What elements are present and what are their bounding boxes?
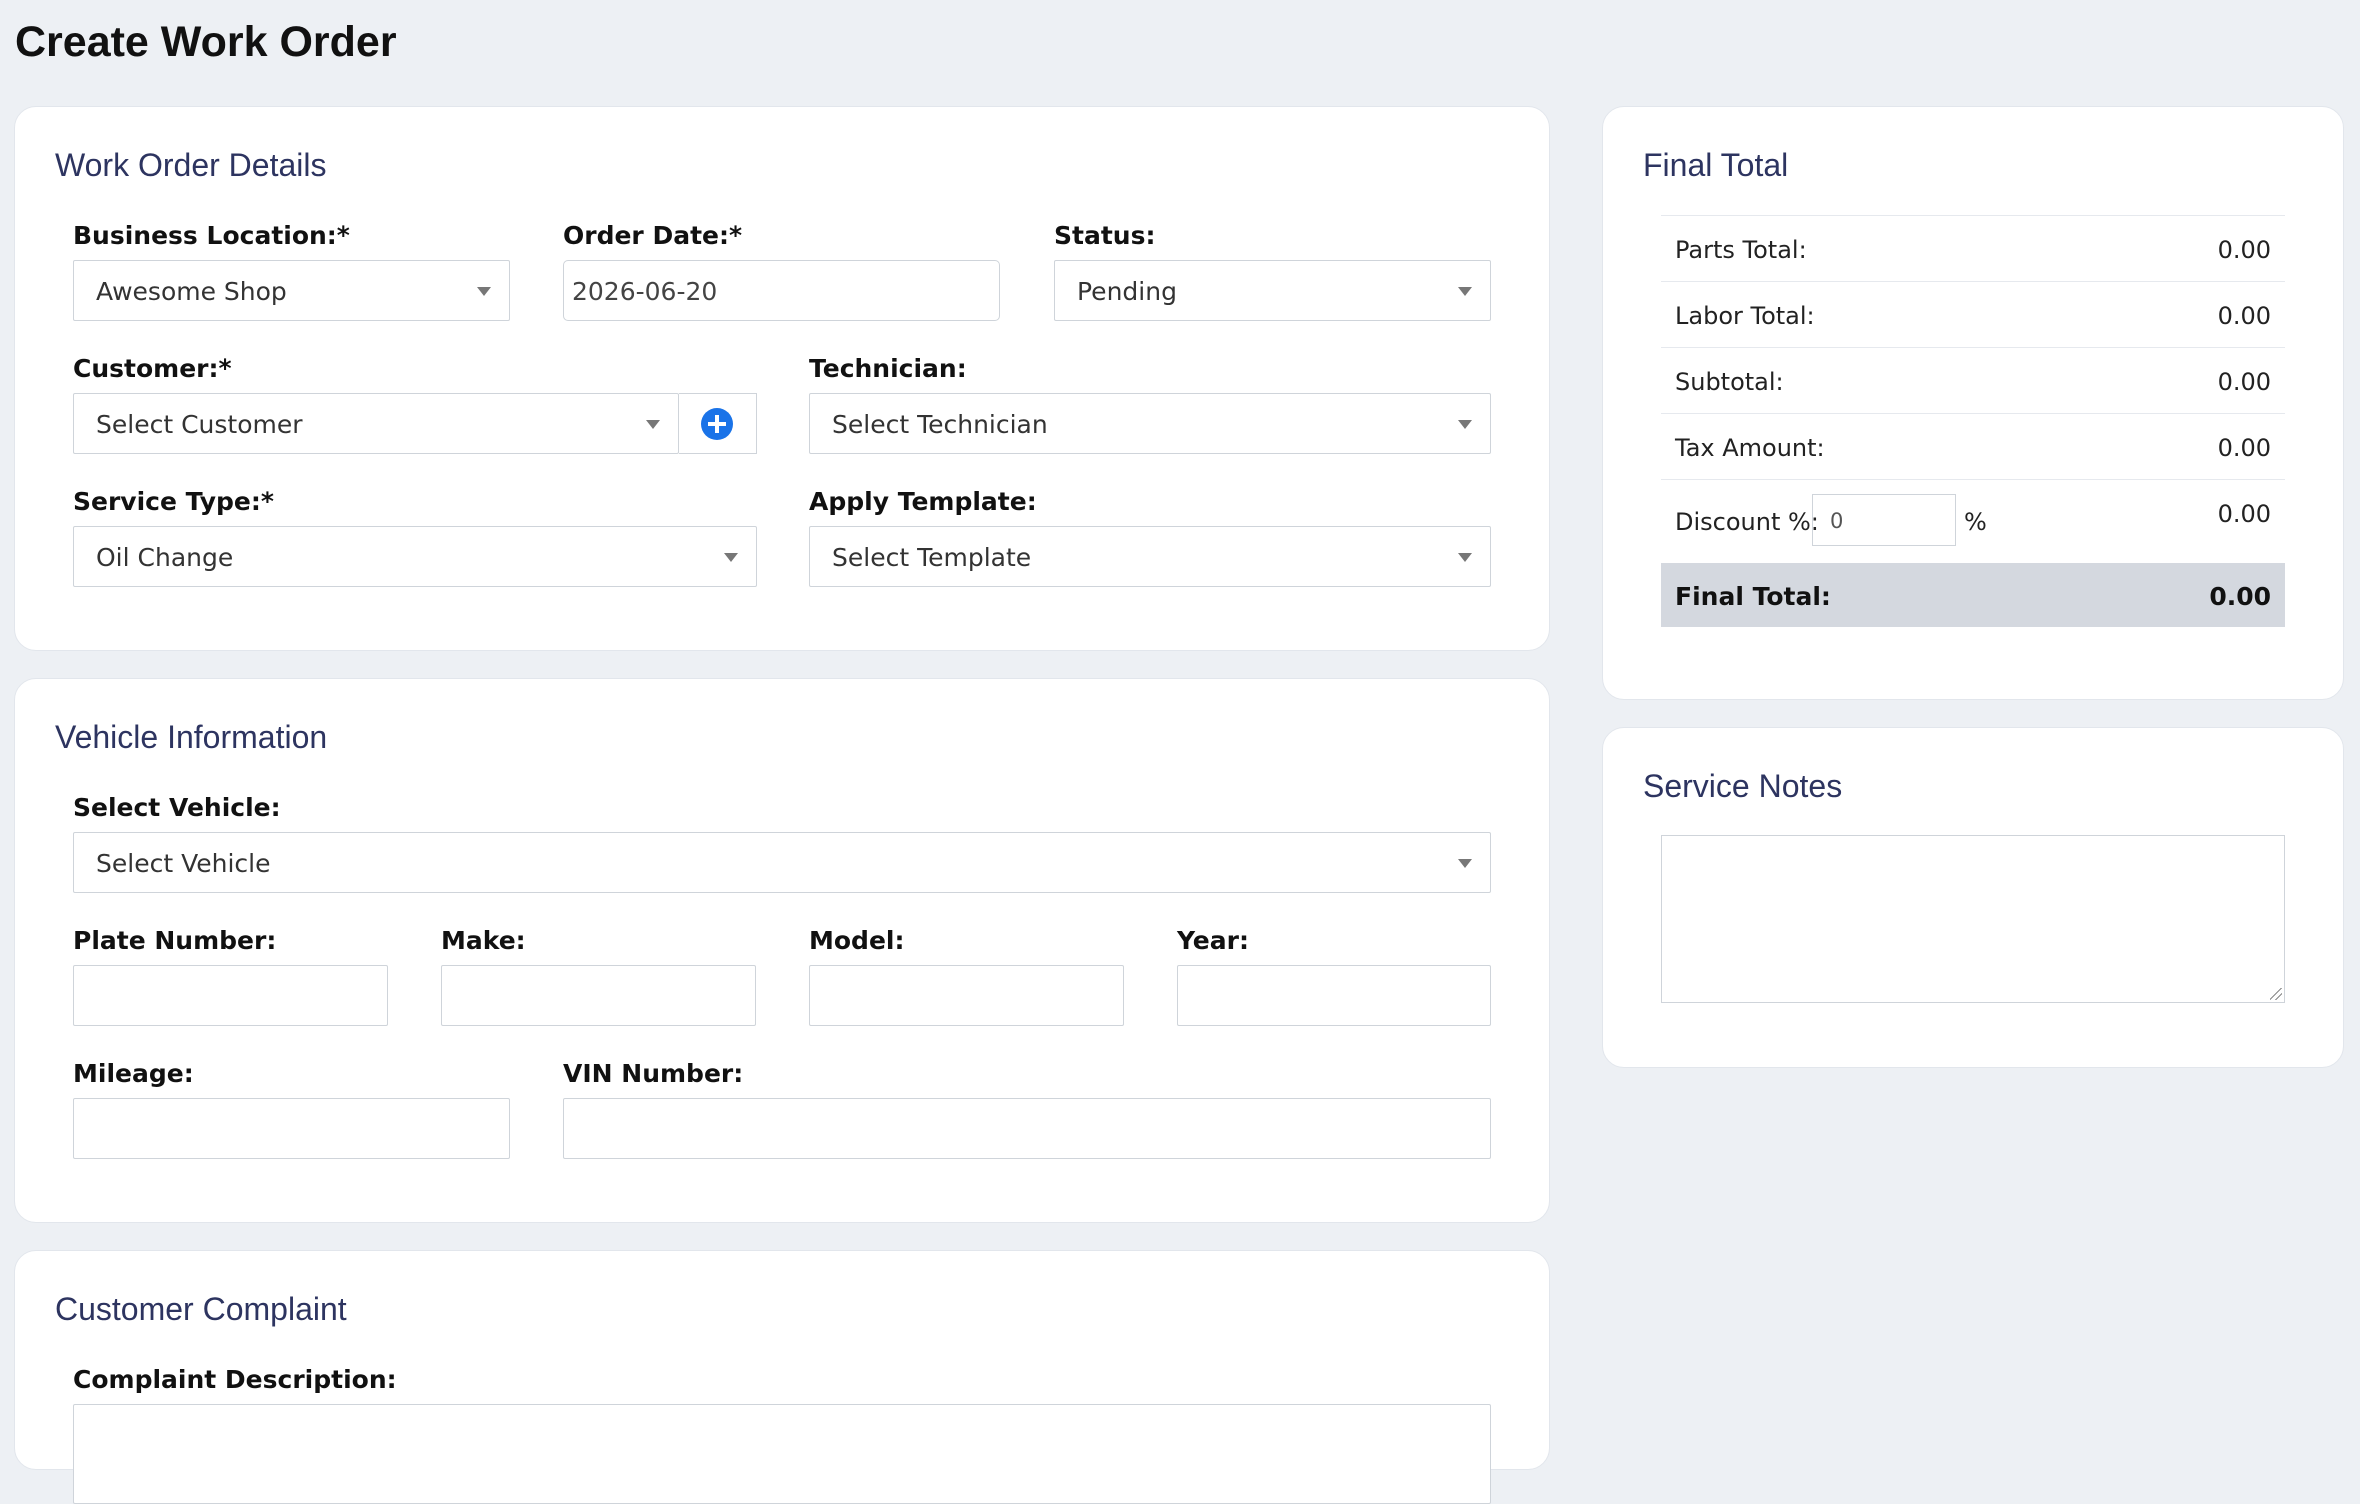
order-date-input[interactable]: 2026-06-20 — [563, 260, 1000, 321]
chevron-down-icon — [1458, 420, 1472, 429]
customer-select[interactable]: Select Customer — [73, 393, 679, 454]
tax-amount-value: 0.00 — [2217, 434, 2271, 462]
final-total-label: Final Total: — [1675, 582, 1831, 611]
complaint-description-textarea[interactable] — [73, 1404, 1491, 1504]
service-type-value: Oil Change — [96, 543, 234, 572]
labor-total-label: Labor Total: — [1675, 302, 1815, 330]
labor-total-row: Labor Total: 0.00 — [1661, 281, 2285, 348]
page-title: Create Work Order — [15, 18, 397, 66]
plate-number-label: Plate Number: — [73, 926, 277, 955]
labor-total-value: 0.00 — [2217, 302, 2271, 330]
discount-row: Discount %: 0 % 0.00 — [1661, 479, 2285, 564]
service-notes-title: Service Notes — [1643, 768, 1843, 804]
technician-value: Select Technician — [832, 410, 1048, 439]
status-value: Pending — [1077, 277, 1177, 306]
service-type-select[interactable]: Oil Change — [73, 526, 757, 587]
vehicle-information-card: Vehicle Information Select Vehicle: Sele… — [14, 678, 1550, 1223]
chevron-down-icon — [646, 420, 660, 429]
discount-value: 0.00 — [2217, 500, 2271, 528]
work-order-details-card: Work Order Details Business Location:* A… — [14, 106, 1550, 651]
business-location-value: Awesome Shop — [96, 277, 287, 306]
discount-input-value: 0 — [1830, 509, 1844, 533]
chevron-down-icon — [477, 287, 491, 296]
business-location-select[interactable]: Awesome Shop — [73, 260, 510, 321]
discount-input[interactable]: 0 — [1812, 494, 1956, 546]
chevron-down-icon — [724, 553, 738, 562]
customer-label: Customer:* — [73, 354, 232, 383]
tax-amount-row: Tax Amount: 0.00 — [1661, 413, 2285, 480]
order-date-value: 2026-06-20 — [572, 277, 718, 306]
tax-amount-label: Tax Amount: — [1675, 434, 1825, 462]
mileage-input[interactable] — [73, 1098, 510, 1159]
business-location-label: Business Location:* — [73, 221, 350, 250]
service-notes-textarea[interactable] — [1661, 835, 2285, 1003]
plus-circle-icon — [701, 408, 733, 440]
mileage-label: Mileage: — [73, 1059, 194, 1088]
make-label: Make: — [441, 926, 526, 955]
technician-label: Technician: — [809, 354, 967, 383]
apply-template-value: Select Template — [832, 543, 1032, 572]
final-total-value: 0.00 — [2209, 582, 2271, 611]
vehicle-information-title: Vehicle Information — [55, 719, 328, 755]
add-customer-button[interactable] — [679, 393, 757, 454]
customer-complaint-title: Customer Complaint — [55, 1291, 347, 1327]
select-vehicle-select[interactable]: Select Vehicle — [73, 832, 1491, 893]
year-label: Year: — [1177, 926, 1249, 955]
customer-value: Select Customer — [96, 410, 303, 439]
final-total-title: Final Total — [1643, 147, 1789, 183]
chevron-down-icon — [1458, 859, 1472, 868]
vin-number-input[interactable] — [563, 1098, 1491, 1159]
discount-label: Discount %: — [1675, 508, 1819, 536]
resize-handle-icon[interactable] — [2270, 988, 2282, 1000]
vin-number-label: VIN Number: — [563, 1059, 744, 1088]
service-type-label: Service Type:* — [73, 487, 274, 516]
make-input[interactable] — [441, 965, 756, 1026]
work-order-details-title: Work Order Details — [55, 147, 327, 183]
subtotal-label: Subtotal: — [1675, 368, 1784, 396]
chevron-down-icon — [1458, 287, 1472, 296]
subtotal-row: Subtotal: 0.00 — [1661, 347, 2285, 414]
subtotal-value: 0.00 — [2217, 368, 2271, 396]
final-total-row: Final Total: 0.00 — [1661, 563, 2285, 627]
select-vehicle-label: Select Vehicle: — [73, 793, 281, 822]
parts-total-label: Parts Total: — [1675, 236, 1807, 264]
order-date-label: Order Date:* — [563, 221, 743, 250]
select-vehicle-value: Select Vehicle — [96, 849, 271, 878]
parts-total-row: Parts Total: 0.00 — [1661, 215, 2285, 282]
status-select[interactable]: Pending — [1054, 260, 1491, 321]
parts-total-value: 0.00 — [2217, 236, 2271, 264]
model-label: Model: — [809, 926, 905, 955]
model-input[interactable] — [809, 965, 1124, 1026]
customer-complaint-card: Customer Complaint Complaint Description… — [14, 1250, 1550, 1504]
status-label: Status: — [1054, 221, 1156, 250]
apply-template-select[interactable]: Select Template — [809, 526, 1491, 587]
chevron-down-icon — [1458, 553, 1472, 562]
complaint-description-label: Complaint Description: — [73, 1365, 397, 1394]
percent-suffix: % — [1964, 508, 1987, 536]
technician-select[interactable]: Select Technician — [809, 393, 1491, 454]
plate-number-input[interactable] — [73, 965, 388, 1026]
apply-template-label: Apply Template: — [809, 487, 1037, 516]
year-input[interactable] — [1177, 965, 1491, 1026]
